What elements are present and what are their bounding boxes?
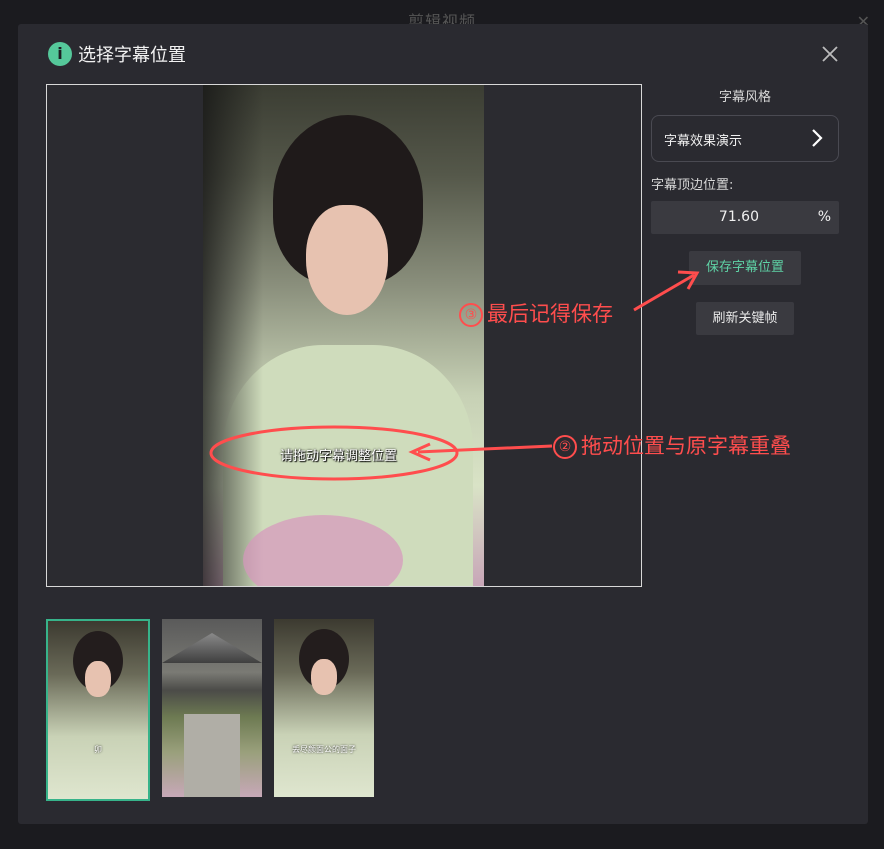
annotation-step3-number: ③ (459, 303, 483, 327)
annotation-arrow-2 (417, 444, 553, 454)
annotation-step3: ③ 最后记得保存 (459, 298, 613, 328)
annotation-step2: ② 拖动位置与原字幕重叠 (553, 430, 791, 460)
annotation-step2-text: 拖动位置与原字幕重叠 (581, 434, 791, 458)
annotation-overlay (209, 270, 700, 481)
annotation-arrow-3 (633, 273, 695, 312)
annotation-step2-number: ② (553, 435, 577, 459)
annotation-step3-text: 最后记得保存 (487, 302, 613, 326)
